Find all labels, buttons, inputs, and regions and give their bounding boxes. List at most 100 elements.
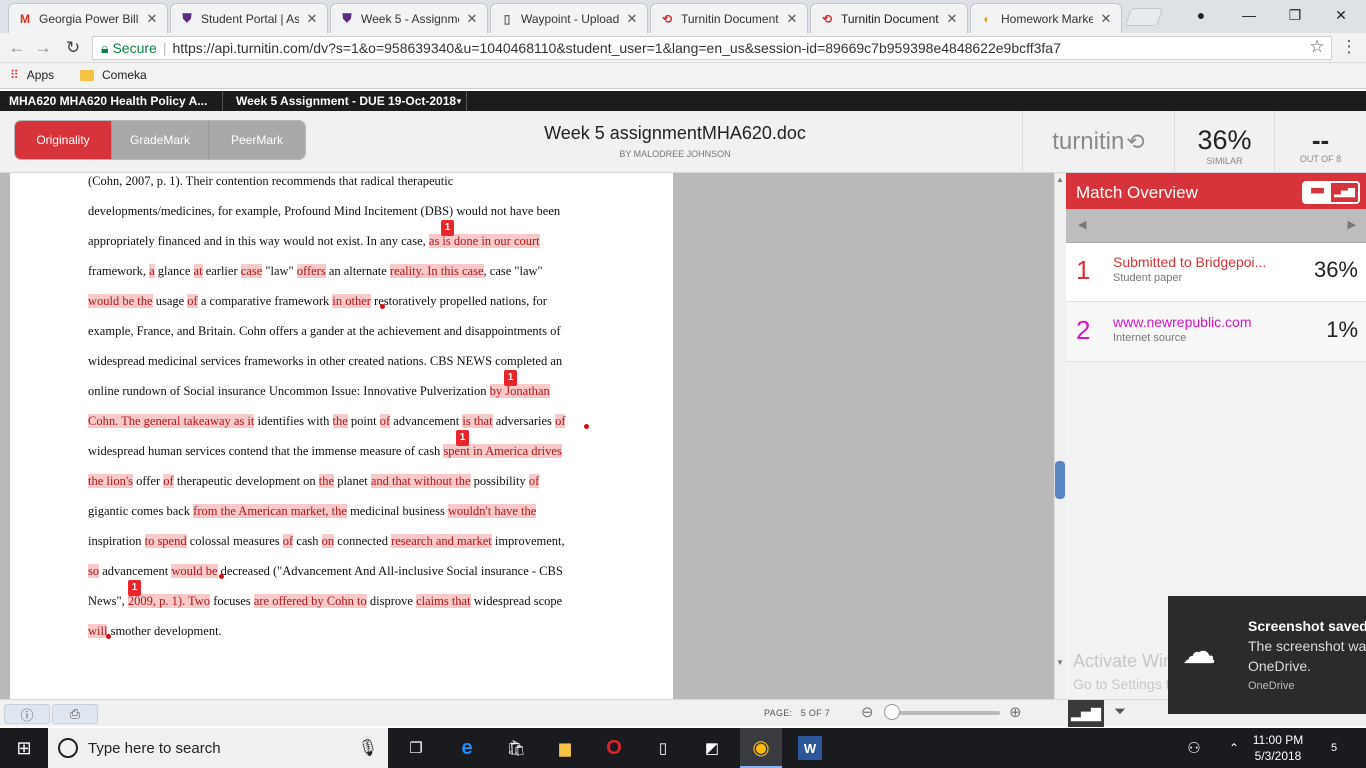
word-icon[interactable]: W [798,736,822,760]
scroll-down-icon[interactable]: ▼ [1056,658,1064,667]
homework-icon: ◐ [983,11,991,26]
tray-chevron-up-icon[interactable]: ⌃ [1222,736,1246,760]
profile-icon[interactable]: ● [1178,0,1224,30]
scrollbar-thumb[interactable] [1055,461,1065,499]
cloud-icon: ☁ [1182,633,1216,671]
tab-originality[interactable]: Originality [15,121,112,159]
task-view-icon[interactable]: ❐ [404,736,428,760]
url-input[interactable]: 🔒︎ Secure | https://api.turnitin.com/dv?s=1… [92,36,1332,60]
turnitin-logo: turnitin ⟲ [1022,111,1174,173]
taskbar-search[interactable]: Type here to search 🎙︎ [48,728,388,768]
taskbar-clock[interactable]: 11:00 PM 5/3/2018 [1248,732,1308,764]
cortana-icon [58,738,78,758]
screenshot-toast[interactable]: ☁ Screenshot saved The screenshot wa One… [1168,596,1366,714]
restore-icon[interactable]: ❐ [1272,0,1318,30]
document-line: (Cohn, 2007, p. 1). Their contention rec… [88,174,454,188]
folder-icon [80,69,94,81]
menu-icon[interactable]: ⋮ [1338,37,1360,57]
filter-icon[interactable]: ⏷ [1114,703,1126,720]
microphone-icon[interactable]: 🎙︎ [358,738,378,758]
reload-icon[interactable]: ↻ [62,38,84,58]
browser-tab-active[interactable]: ⟲ Turnitin Document ✕ [810,3,968,33]
bar-chart-icon[interactable]: ▂▅▇ [1331,183,1358,202]
scroll-up-icon[interactable]: ▲ [1056,175,1064,184]
tab-peermark[interactable]: PeerMark [209,121,305,159]
browser-tab[interactable]: ⛊ Student Portal | Ash ✕ [170,3,328,33]
close-tab-icon[interactable]: ✕ [1099,11,1113,27]
windows-start-icon[interactable]: ⊞ [12,736,36,760]
bar-chart-icon[interactable]: ▂▅▇ [1068,700,1104,727]
url-text: https://api.turnitin.com/dv?s=1&o=958639… [172,40,1061,56]
close-window-icon[interactable]: ✕ [1318,0,1364,30]
document-line: Cohn. The general takeaway as it identif… [88,414,566,428]
match-row[interactable]: 2 www.newrepublic.com Internet source 1% [1066,303,1366,362]
browser-tab[interactable]: ⟲ Turnitin Document ✕ [650,3,808,33]
document-line: online rundown of Social insurance Uncom… [88,384,550,398]
assignment-selector[interactable]: Week 5 Assignment - DUE 19-Oct-2018 [236,94,456,108]
match-endpoint [584,424,589,429]
people-icon[interactable]: ⚇ [1182,736,1206,760]
print-icon[interactable]: ⎙ [52,704,98,724]
tab-grademark[interactable]: GradeMark [112,121,209,159]
close-tab-icon[interactable]: ✕ [945,11,959,27]
notepad-icon[interactable]: ▯ [651,736,675,760]
next-match-icon[interactable]: ▶ [1348,218,1356,231]
info-icon[interactable]: ⓘ [4,704,50,724]
zoom-slider[interactable] [884,711,1000,715]
panel-title: Match Overview [1076,183,1198,202]
document-line: gigantic comes back from the American ma… [88,504,537,518]
zoom-slider-handle[interactable] [884,704,900,720]
close-tab-icon[interactable]: ✕ [625,11,639,27]
panel-nav: ◀ ▶ [1066,209,1366,243]
document-line: appropriately financed and in this way w… [88,234,540,248]
store-icon[interactable]: 🛍︎ [504,736,528,760]
close-tab-icon[interactable]: ✕ [465,11,479,27]
document-scrollbar[interactable]: ▲ ▼ [1054,173,1066,699]
document-viewer: (Cohn, 2007, p. 1). Their contention rec… [0,173,1054,699]
turnitin-icon: ⟲ [661,11,673,26]
notification-icon[interactable]: 5 [1322,736,1346,760]
edge-icon[interactable]: e [455,736,479,760]
match-marker[interactable]: 1 [128,580,141,596]
list-view-icon[interactable]: ▀▀ [1304,183,1331,202]
apps-bookmark[interactable]: ⠿ Apps [10,68,54,82]
match-marker[interactable]: 1 [504,370,517,386]
prev-match-icon[interactable]: ◀ [1078,218,1086,231]
new-tab-button[interactable] [1124,8,1164,26]
document-icon: ▯ [503,11,511,26]
opera-icon[interactable]: O [602,736,626,760]
file-explorer-icon[interactable]: ▆ [553,736,577,760]
document-line: inspiration to spend colossal measures o… [88,534,565,548]
forward-icon[interactable]: → [32,38,54,58]
grade-score[interactable]: -- OUT OF 8 [1274,111,1366,173]
close-tab-icon[interactable]: ✕ [145,11,159,27]
browser-tab-strip: M Georgia Power Bill ✕ ⛊ Student Portal … [0,0,1366,33]
browser-tab[interactable]: ⛊ Week 5 - Assignment ✕ [330,3,488,33]
close-tab-icon[interactable]: ✕ [785,11,799,27]
zoom-in-icon[interactable]: ⊕ [1009,703,1022,721]
match-marker[interactable]: 1 [456,430,469,446]
chevron-down-icon[interactable]: ▼ [455,97,463,106]
close-tab-icon[interactable]: ✕ [305,11,319,27]
match-endpoint [219,574,224,579]
course-title[interactable]: MHA620 MHA620 Health Policy A... [9,94,207,108]
bookmark-star-icon[interactable]: ☆ [1306,37,1328,57]
turnitin-logo-icon: ⟲ [1126,129,1145,154]
chrome-icon[interactable]: ◉ [740,728,782,768]
browser-tab[interactable]: ▯ Waypoint - Upload ✕ [490,3,648,33]
viewer-bottom-bar: ⓘ ⎙ PAGE: 5 OF 7 ⊖ ⊕ ▂▅▇ ⏷ [0,699,1366,727]
comeka-bookmark[interactable]: Comeka [80,68,147,82]
minimize-icon[interactable]: — [1226,0,1272,30]
document-line: so advancement would be decreased ("Adva… [88,564,563,578]
browser-tab[interactable]: ◐ Homework Market ✕ [970,3,1122,33]
sticky-notes-icon[interactable]: ◩ [700,736,724,760]
back-icon[interactable]: ← [6,38,28,58]
zoom-out-icon[interactable]: ⊖ [861,703,874,721]
similarity-score[interactable]: 36% SIMILAR [1174,111,1274,173]
match-marker[interactable]: 1 [441,220,454,236]
bookmarks-bar: ⠿ Apps Comeka [0,63,1366,89]
match-row[interactable]: 1 Submitted to Bridgepoi... Student pape… [1066,243,1366,302]
browser-tab[interactable]: M Georgia Power Bill ✕ [8,3,168,33]
ashford-shield-icon: ⛊ [182,11,192,25]
turnitin-icon: ⟲ [821,11,833,26]
